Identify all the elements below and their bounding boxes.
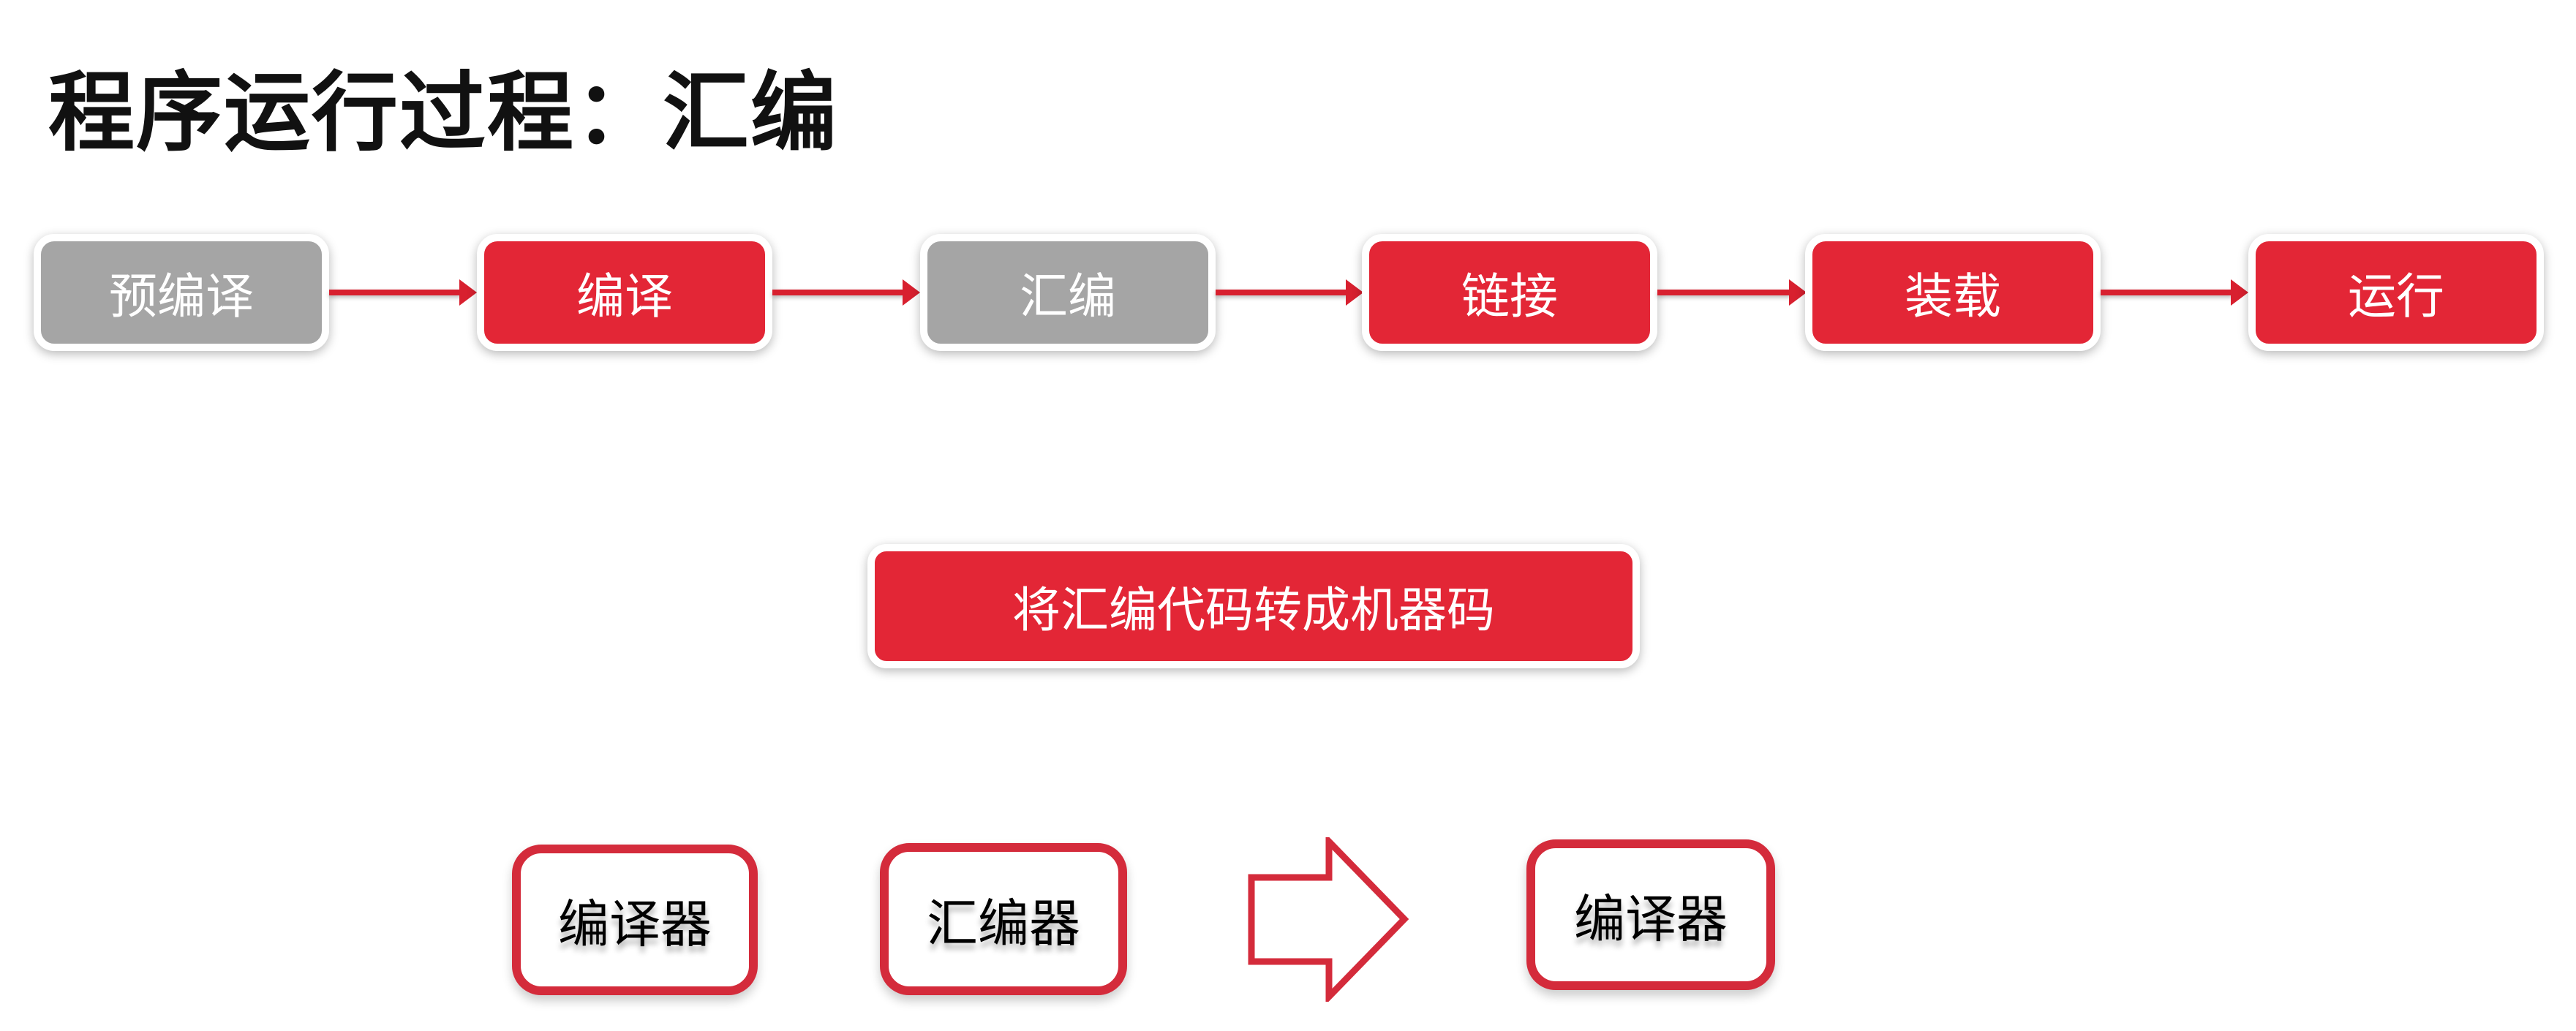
arrow-connector (329, 279, 477, 306)
tool-compiler: 编译器 (512, 845, 758, 995)
tool-assembler: 汇编器 (880, 843, 1127, 995)
arrow-connector (1657, 279, 1807, 306)
tool-compiler-result: 编译器 (1526, 839, 1775, 990)
arrow-connector (772, 279, 920, 306)
description-box: 将汇编代码转成机器码 (867, 544, 1640, 668)
right-arrow-icon (1248, 837, 1409, 1002)
step-precompile: 预编译 (34, 234, 329, 351)
step-assemble: 汇编 (920, 234, 1216, 351)
arrow-connector (2101, 279, 2248, 306)
step-load: 装载 (1805, 234, 2101, 351)
step-compile: 编译 (477, 234, 772, 351)
arrow-connector (1216, 279, 1363, 306)
step-link: 链接 (1362, 234, 1657, 351)
step-run: 运行 (2248, 234, 2544, 351)
page-title: 程序运行过程：汇编 (48, 62, 839, 163)
